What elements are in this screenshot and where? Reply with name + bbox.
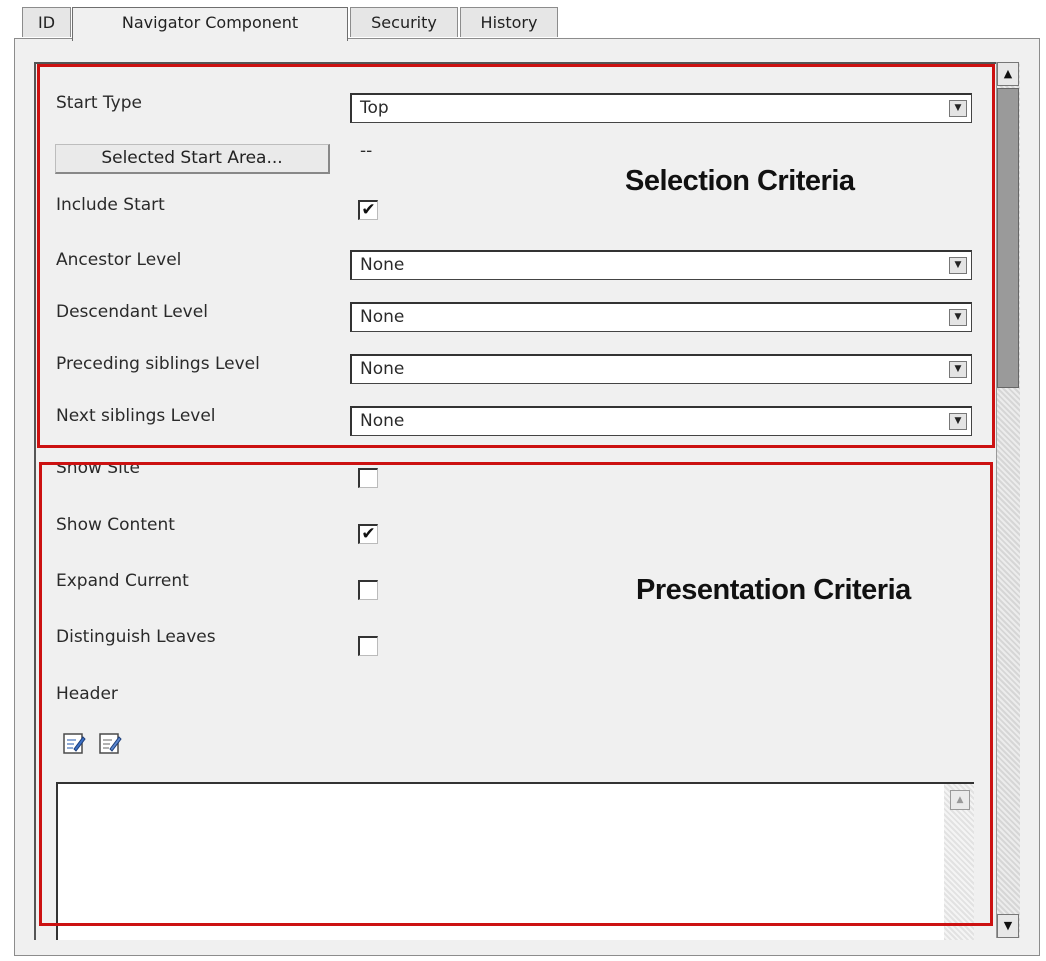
selection-criteria-annotation: Selection Criteria xyxy=(625,165,855,197)
scroll-down-icon[interactable]: ▼ xyxy=(997,914,1019,938)
scrollbar-thumb[interactable] xyxy=(997,88,1019,388)
scroll-up-icon[interactable]: ▲ xyxy=(997,62,1019,86)
tab-navigator-component[interactable]: Navigator Component xyxy=(72,7,348,41)
selection-criteria-box xyxy=(37,64,995,448)
presentation-criteria-box xyxy=(39,462,993,926)
tab-security[interactable]: Security xyxy=(350,7,458,37)
presentation-criteria-annotation: Presentation Criteria xyxy=(636,574,911,606)
tab-id[interactable]: ID xyxy=(22,7,71,37)
form-scrollbar[interactable]: ▲ ▼ xyxy=(996,62,1020,938)
tab-history[interactable]: History xyxy=(460,7,558,37)
